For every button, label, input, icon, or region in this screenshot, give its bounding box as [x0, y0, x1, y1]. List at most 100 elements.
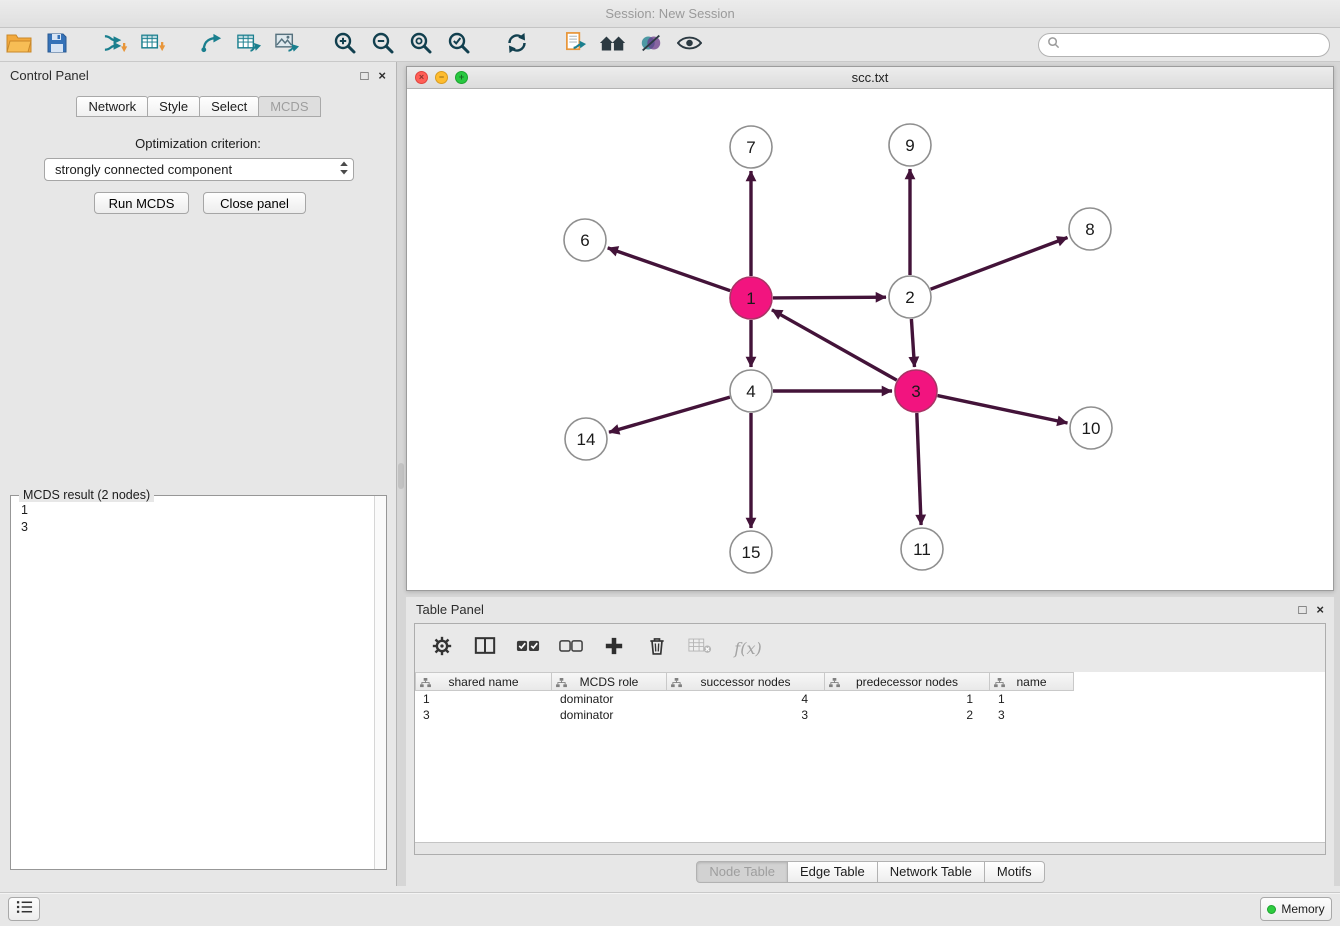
open-document-button[interactable] [556, 30, 594, 60]
cell-successor-nodes: 3 [667, 707, 825, 723]
close-window-icon[interactable]: × [415, 71, 428, 84]
network-window-titlebar[interactable]: scc.txt × − + [407, 67, 1333, 89]
network-graph-canvas[interactable]: 7 9 6 8 1 2 4 3 14 10 15 11 [407, 89, 1333, 590]
save-session-button[interactable] [38, 30, 76, 60]
panel-splitter-handle[interactable] [398, 463, 404, 489]
table-row[interactable]: 1dominator411 [415, 691, 1325, 707]
column-header-predecessor-nodes[interactable]: predecessor nodes [825, 672, 990, 691]
split-columns-button[interactable] [472, 635, 498, 661]
style-button[interactable] [632, 30, 670, 60]
graph-node-7[interactable]: 7 [730, 126, 772, 168]
result-scrollbar[interactable] [374, 496, 386, 869]
add-column-button[interactable] [601, 635, 627, 661]
graph-edge-1-2[interactable] [773, 297, 886, 298]
column-tree-icon [994, 677, 1005, 691]
tab-select[interactable]: Select [199, 96, 259, 117]
graph-node-10[interactable]: 10 [1070, 407, 1112, 449]
open-session-button[interactable] [0, 30, 38, 60]
trash-icon [647, 635, 667, 662]
graph-edge-2-8[interactable] [931, 238, 1068, 290]
column-header-shared-name[interactable]: shared name [415, 672, 552, 691]
graph-node-1[interactable]: 1 [730, 277, 772, 319]
column-header-name[interactable]: name [990, 672, 1074, 691]
tab-network[interactable]: Network [76, 96, 148, 117]
graph-node-4[interactable]: 4 [730, 370, 772, 412]
close-table-panel-icon[interactable]: × [1316, 602, 1324, 617]
task-history-button[interactable] [8, 897, 40, 921]
graph-node-2[interactable]: 2 [889, 276, 931, 318]
export-table-button[interactable] [230, 30, 268, 60]
graph-edge-3-1[interactable] [772, 310, 897, 380]
zoom-fit-button[interactable] [402, 30, 440, 60]
column-header-successor-nodes[interactable]: successor nodes [667, 672, 825, 691]
float-table-panel-icon[interactable]: □ [1299, 602, 1307, 617]
graph-edge-4-14[interactable] [609, 397, 730, 432]
eye-icon [677, 34, 702, 57]
memory-button[interactable]: Memory [1260, 897, 1332, 921]
tab-style[interactable]: Style [147, 96, 200, 117]
graph-node-9[interactable]: 9 [889, 124, 931, 166]
column-label: shared name [448, 675, 518, 689]
close-panel-button[interactable]: Close panel [203, 192, 306, 214]
home-button[interactable] [594, 30, 632, 60]
tab-node-table[interactable]: Node Table [696, 861, 788, 883]
column-header-mcds-role[interactable]: MCDS role [552, 672, 667, 691]
graph-edge-1-6[interactable] [608, 248, 731, 291]
control-panel: Control Panel □ × NetworkStyleSelectMCDS… [0, 62, 397, 886]
cell-successor-nodes: 4 [667, 691, 825, 707]
graph-edge-3-11[interactable] [917, 413, 921, 525]
result-line: 1 [21, 502, 386, 519]
criterion-dropdown[interactable]: strongly connected component [44, 158, 354, 181]
refresh-view-button[interactable] [498, 30, 536, 60]
graph-node-3[interactable]: 3 [895, 370, 937, 412]
close-panel-icon[interactable]: × [378, 68, 386, 83]
cell-shared-name: 3 [415, 707, 552, 723]
import-network-button[interactable] [96, 30, 134, 60]
refresh-icon [505, 31, 529, 60]
window-controls: × − + [415, 71, 468, 84]
toolbar-search[interactable] [1038, 33, 1330, 57]
graph-node-8[interactable]: 8 [1069, 208, 1111, 250]
zoom-selected-button[interactable] [440, 30, 478, 60]
svg-text:7: 7 [746, 138, 755, 157]
graph-node-14[interactable]: 14 [565, 418, 607, 460]
deselect-all-columns-button[interactable] [558, 635, 584, 661]
graph-edge-3-10[interactable] [938, 396, 1068, 423]
graph-node-11[interactable]: 11 [901, 528, 943, 570]
delete-column-button[interactable] [644, 635, 670, 661]
column-label: MCDS role [580, 675, 639, 689]
table-horizontal-scrollbar[interactable] [415, 842, 1325, 854]
tab-edge-table[interactable]: Edge Table [787, 861, 878, 883]
table-settings-button[interactable] [429, 635, 455, 661]
column-label: predecessor nodes [856, 675, 958, 689]
tab-motifs[interactable]: Motifs [984, 861, 1045, 883]
table-panel-title: Table Panel [416, 602, 484, 617]
maximize-window-icon[interactable]: + [455, 71, 468, 84]
float-window-icon[interactable]: □ [361, 68, 369, 83]
svg-text:8: 8 [1085, 220, 1094, 239]
export-network-button[interactable] [192, 30, 230, 60]
graph-node-15[interactable]: 15 [730, 531, 772, 573]
select-all-columns-button[interactable] [515, 635, 541, 661]
table-panel: Table Panel □ × [406, 597, 1334, 886]
zoom-in-button[interactable] [326, 30, 364, 60]
import-table-button[interactable] [134, 30, 172, 60]
show-hide-details-button[interactable] [670, 30, 708, 60]
search-input[interactable] [1065, 38, 1321, 52]
graph-edge-2-3[interactable] [911, 319, 914, 367]
svg-text:3: 3 [911, 382, 920, 401]
minimize-window-icon[interactable]: − [435, 71, 448, 84]
run-mcds-button[interactable]: Run MCDS [94, 192, 189, 214]
column-label: successor nodes [700, 675, 790, 689]
tab-network-table[interactable]: Network Table [877, 861, 985, 883]
export-image-button[interactable] [268, 30, 306, 60]
mcds-result-box: MCDS result (2 nodes) 13 [10, 495, 387, 870]
zoom-out-button[interactable] [364, 30, 402, 60]
tab-mcds[interactable]: MCDS [258, 96, 320, 117]
graph-node-6[interactable]: 6 [564, 219, 606, 261]
function-builder-button[interactable]: f(x) [730, 635, 766, 661]
zoom-out-icon [371, 31, 395, 60]
memory-label: Memory [1281, 902, 1324, 916]
delete-table-button[interactable] [687, 635, 713, 661]
table-row[interactable]: 3dominator323 [415, 707, 1325, 723]
